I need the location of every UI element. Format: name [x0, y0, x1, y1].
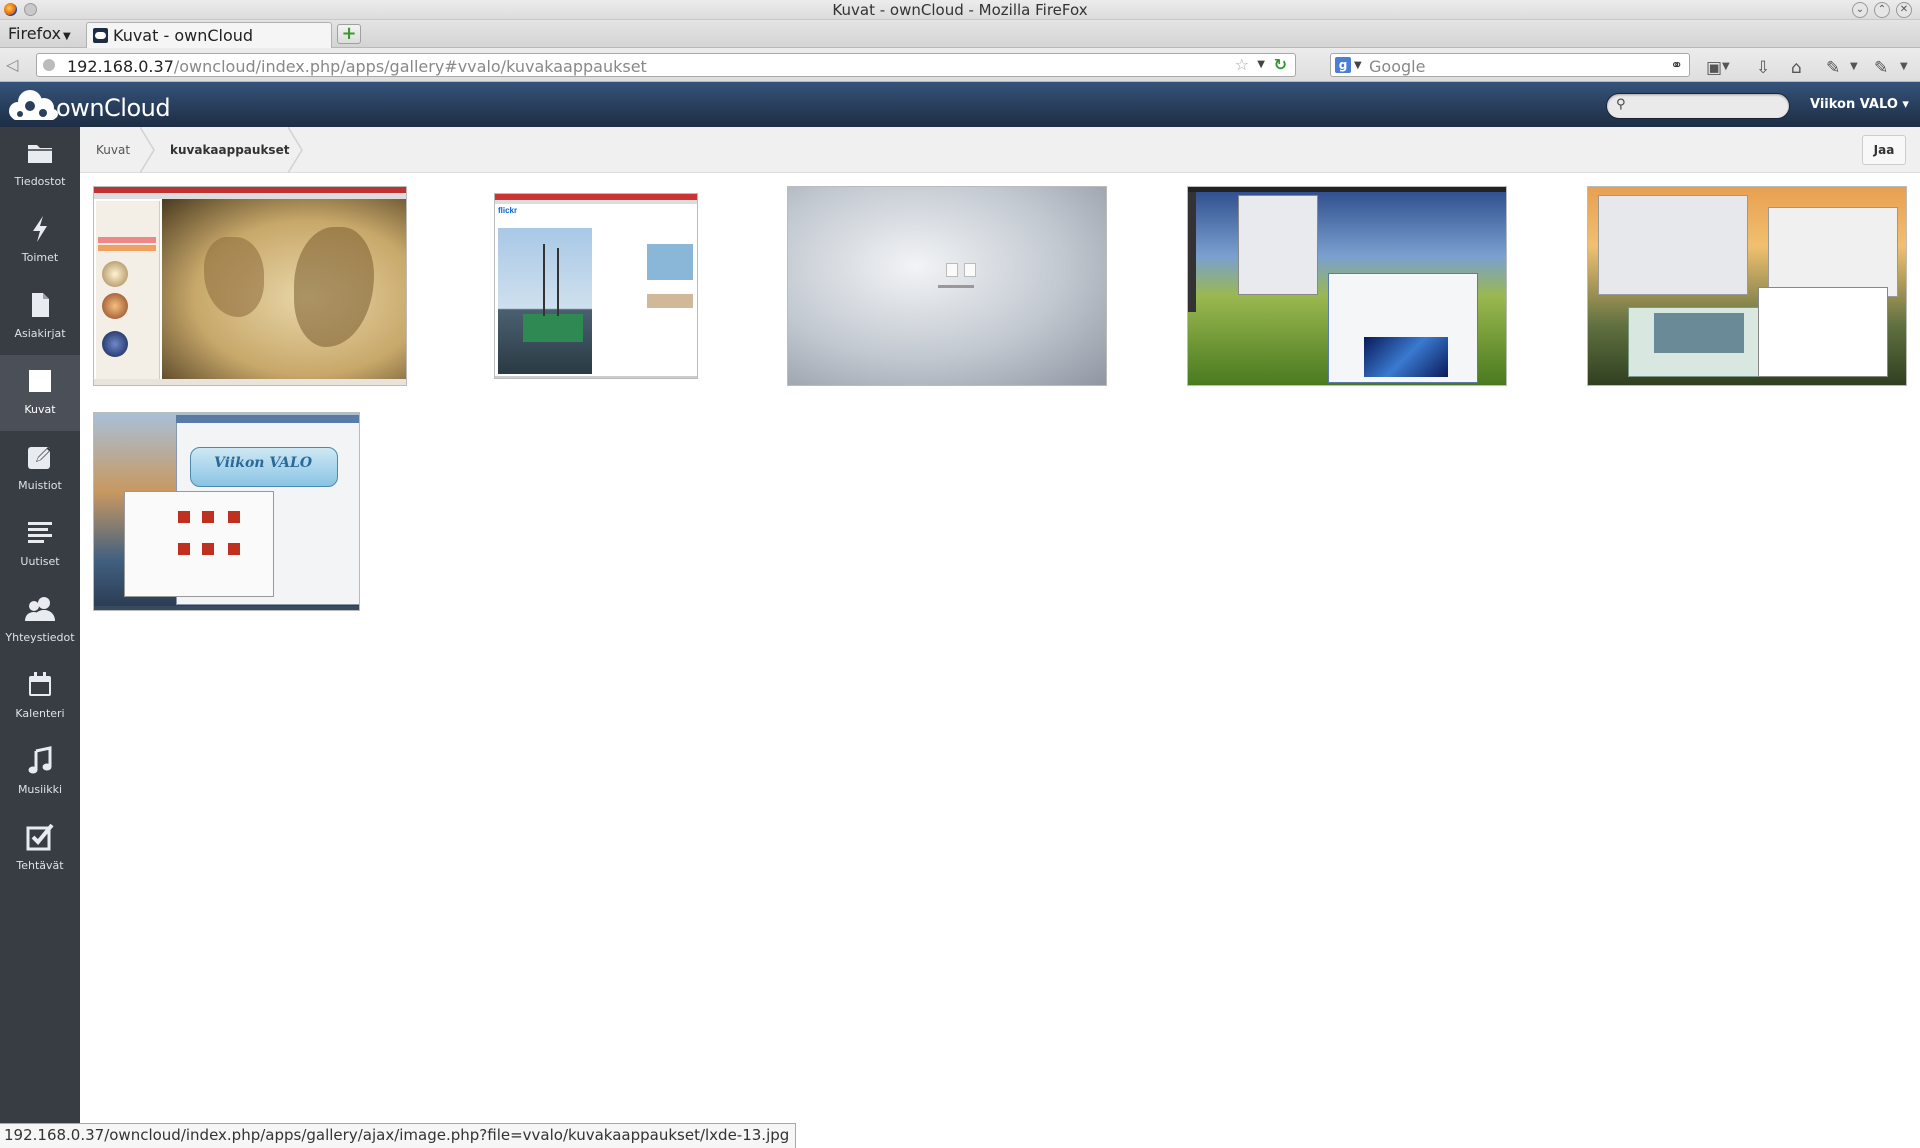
url-bar[interactable]: 192.168.0.37/owncloud/index.php/apps/gal…	[36, 53, 1296, 77]
google-engine-icon[interactable]: g	[1335, 57, 1351, 73]
sidebar-item-label: Toimet	[21, 251, 59, 264]
binoculars-icon[interactable]: ⚭	[1670, 56, 1683, 74]
sidebar-item-label: Yhteystiedot	[5, 631, 75, 644]
sidebar-item-kalenteri[interactable]: Kalenteri	[0, 659, 80, 735]
gallery-image-sunset-desktop[interactable]	[1587, 186, 1907, 386]
close-window-icon[interactable]: ✕	[1896, 2, 1912, 18]
sidebar-item-label: Asiakirjat	[14, 327, 66, 340]
owncloud-favicon-icon	[93, 28, 108, 43]
breadcrumb-root-label: Kuvat	[96, 143, 131, 157]
maximize-icon[interactable]: ⌃	[1874, 2, 1890, 18]
breadcrumb-root[interactable]: Kuvat	[80, 127, 146, 173]
lightning-icon	[33, 216, 47, 242]
gallery-image-flickr-ship[interactable]: flickr	[494, 193, 698, 379]
app-navigation-sidebar: Tiedostot Toimet Asiakirjat Kuvat Muisti…	[0, 127, 80, 1123]
browser-status-bar: 192.168.0.37/owncloud/index.php/apps/gal…	[0, 1123, 797, 1148]
bookmarks-icon[interactable]: ▣	[1706, 58, 1722, 78]
sidebar-item-label: Kalenteri	[15, 707, 65, 720]
url-history-dropdown-icon[interactable]: ▼	[1257, 59, 1265, 70]
breadcrumb-separator-icon	[140, 127, 155, 173]
note-pencil-icon	[28, 447, 51, 469]
folder-icon	[28, 145, 52, 163]
downloads-icon[interactable]: ⇩	[1756, 58, 1770, 78]
tools-dropdown-icon[interactable]: ▼	[1850, 61, 1858, 72]
home-icon[interactable]: ⌂	[1791, 58, 1802, 78]
breadcrumb-separator-icon	[288, 127, 303, 173]
tab-title: Kuvat - ownCloud	[113, 26, 254, 45]
window-title: Kuvat - ownCloud - Mozilla FireFox	[832, 1, 1088, 19]
url-host: 192.168.0.37	[67, 57, 174, 76]
sidebar-item-tehtavat[interactable]: Tehtävät	[0, 811, 80, 887]
url-text[interactable]: 192.168.0.37/owncloud/index.php/apps/gal…	[67, 57, 647, 76]
sidebar-item-label: Uutiset	[20, 555, 60, 568]
bookmark-star-icon[interactable]: ☆	[1235, 55, 1249, 74]
search-engine-dropdown-icon[interactable]: ▼	[1354, 60, 1362, 71]
minimize-icon[interactable]: ⌄	[1852, 2, 1868, 18]
firefox-menu-button[interactable]: Firefox ▼	[8, 24, 71, 43]
sidebar-item-tiedostot[interactable]: Tiedostot	[0, 127, 80, 203]
gallery-image-grey-desktop[interactable]	[787, 186, 1107, 386]
sidebar-item-label: Kuvat	[24, 403, 56, 416]
tab-strip: Firefox ▼ Kuvat - ownCloud +	[0, 20, 1920, 48]
reload-icon[interactable]: ↻	[1274, 55, 1287, 74]
share-button[interactable]: Jaa	[1862, 135, 1906, 165]
search-icon: ⚲	[1616, 97, 1626, 112]
breadcrumb-current-label: kuvakaappaukset	[170, 143, 290, 157]
sidebar-item-toimet[interactable]: Toimet	[0, 203, 80, 279]
url-path: /owncloud/index.php/apps/gallery#vvalo/k…	[173, 57, 647, 76]
calendar-icon	[29, 672, 51, 696]
sidebar-item-muistiot[interactable]: Muistiot	[0, 431, 80, 507]
addon-icon[interactable]: ✎	[1874, 58, 1888, 78]
bookmarks-dropdown-icon[interactable]: ▼	[1722, 61, 1730, 72]
contacts-icon	[25, 597, 55, 621]
sidebar-item-label: Tehtävät	[16, 859, 64, 872]
search-placeholder: Google	[1369, 57, 1426, 76]
lxde-banner-text: Viikon VALO	[214, 455, 313, 471]
owncloud-logo-text: ownCloud	[56, 94, 171, 122]
sidebar-item-label: Musiikki	[17, 783, 63, 796]
breadcrumb-current[interactable]: kuvakaappaukset	[156, 127, 306, 173]
checkbox-icon	[26, 823, 54, 851]
new-tab-button[interactable]: +	[337, 24, 361, 44]
document-icon	[32, 293, 49, 317]
window-titlebar: Kuvat - ownCloud - Mozilla FireFox ⌄ ⌃ ✕	[0, 0, 1920, 20]
picture-icon	[29, 370, 51, 392]
chevron-down-icon: ▼	[62, 31, 71, 42]
gallery-image-grass-desktop[interactable]	[1187, 186, 1507, 386]
music-note-icon	[28, 746, 52, 774]
sidebar-item-label: Tiedostot	[14, 175, 66, 188]
sidebar-item-kuvat[interactable]: Kuvat	[0, 355, 80, 431]
site-identity-icon[interactable]	[43, 59, 55, 71]
sidebar-item-yhteystiedot[interactable]: Yhteystiedot	[0, 583, 80, 659]
gallery-controls-bar: Kuvat kuvakaappaukset Jaa	[80, 127, 1920, 173]
navigation-toolbar: ◁ 192.168.0.37/owncloud/index.php/apps/g…	[0, 48, 1920, 82]
owncloud-header: ownCloud ⚲ Viikon VALO ▾	[0, 82, 1920, 127]
gallery-image-world-map[interactable]	[93, 186, 407, 386]
owncloud-logo-icon[interactable]	[6, 87, 58, 123]
sidebar-item-label: Muistiot	[18, 479, 62, 492]
sidebar-item-uutiset[interactable]: Uutiset	[0, 507, 80, 583]
gallery-image-lxde-13[interactable]: Viikon VALO	[93, 412, 360, 611]
browser-tab[interactable]: Kuvat - ownCloud	[86, 22, 332, 48]
sidebar-item-musiikki[interactable]: Musiikki	[0, 735, 80, 811]
user-menu[interactable]: Viikon VALO ▾	[1810, 97, 1909, 112]
overflow-dropdown-icon[interactable]: ▼	[1900, 61, 1908, 72]
sidebar-item-asiakirjat[interactable]: Asiakirjat	[0, 279, 80, 355]
owncloud-search-input[interactable]: ⚲	[1606, 93, 1790, 119]
back-arrow-icon[interactable]: ◁	[6, 55, 18, 74]
web-search-bar[interactable]: g ▼ Google ⚭	[1330, 53, 1690, 77]
news-lines-icon	[28, 522, 52, 543]
tools-icon[interactable]: ✎	[1826, 58, 1840, 78]
firefox-menu-label: Firefox	[8, 24, 61, 43]
